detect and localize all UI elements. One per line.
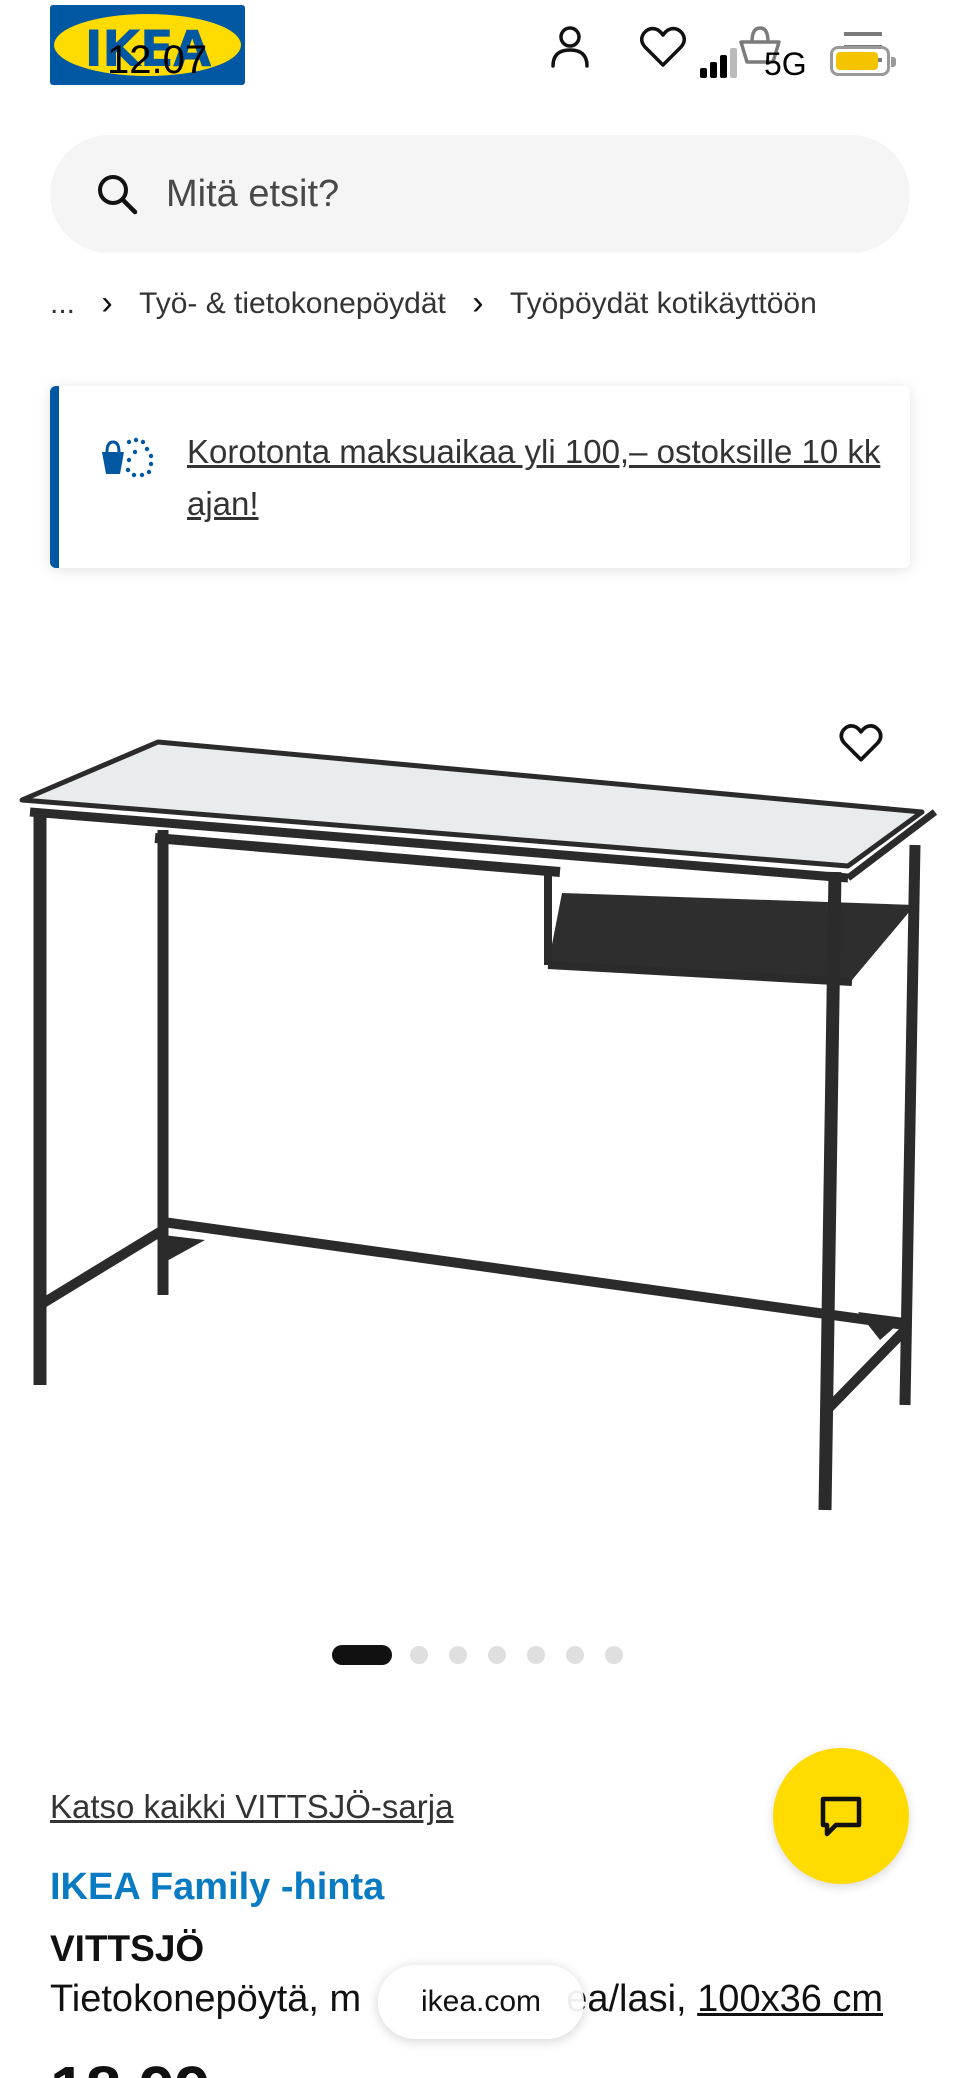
heart-icon[interactable]: [636, 20, 690, 74]
product-image[interactable]: [0, 690, 960, 1530]
series-link[interactable]: Katso kaikki VITTSJÖ-sarja: [50, 1788, 453, 1826]
breadcrumb-item-work-desks[interactable]: Työ- & tietokonepöydät: [139, 287, 446, 321]
financing-promo-banner[interactable]: Korotonta maksuaikaa yli 100,– ostoksill…: [50, 386, 910, 568]
network-label: 5G: [764, 46, 807, 82]
carousel-dot[interactable]: [566, 1646, 584, 1664]
carousel-dot[interactable]: [332, 1645, 392, 1665]
search-bar[interactable]: [50, 135, 910, 253]
size-link[interactable]: 100x36 cm: [697, 1978, 883, 2020]
basket-icon: [102, 437, 154, 478]
chat-button[interactable]: [773, 1748, 909, 1884]
header: IKEA 12.07 5G: [0, 0, 960, 120]
product-name: VITTSJÖ: [50, 1928, 205, 1969]
promo-text-link[interactable]: Korotonta maksuaikaa yli 100,– ostoksill…: [187, 426, 887, 530]
browser-url-pill[interactable]: ikea.com: [378, 1965, 584, 2039]
status-time: 12.07: [107, 38, 208, 82]
battery-icon: [830, 46, 896, 76]
carousel-dot[interactable]: [410, 1646, 428, 1664]
carousel-dot[interactable]: [605, 1646, 623, 1664]
carousel-dot[interactable]: [488, 1646, 506, 1664]
chat-icon: [820, 1796, 862, 1837]
breadcrumb-ellipsis[interactable]: ...: [50, 287, 75, 321]
search-icon: [98, 175, 138, 215]
breadcrumb: ... › Työ- & tietokonepöydät › Työpöydät…: [50, 284, 817, 324]
profile-icon[interactable]: [543, 20, 597, 74]
chevron-right-icon: ›: [101, 284, 113, 322]
favorite-heart-icon[interactable]: [836, 718, 886, 768]
carousel-dot[interactable]: [449, 1646, 467, 1664]
search-input[interactable]: [166, 165, 866, 223]
carousel-dot[interactable]: [527, 1646, 545, 1664]
family-price-label: IKEA Family -hinta: [50, 1866, 385, 1908]
chevron-right-icon: ›: [472, 284, 484, 322]
description-prefix: Tietokonepöytä, m: [50, 1978, 362, 2020]
signal-icon: [700, 42, 740, 78]
price: 18,99: [50, 2052, 210, 2078]
breadcrumb-item-home-desks[interactable]: Työpöydät kotikäyttöön: [510, 287, 817, 321]
description-mid: ea/lasi,: [566, 1978, 698, 2020]
product-page: IKEA 12.07 5G Mitä etsit? ... › Työ- & t…: [0, 0, 960, 2078]
